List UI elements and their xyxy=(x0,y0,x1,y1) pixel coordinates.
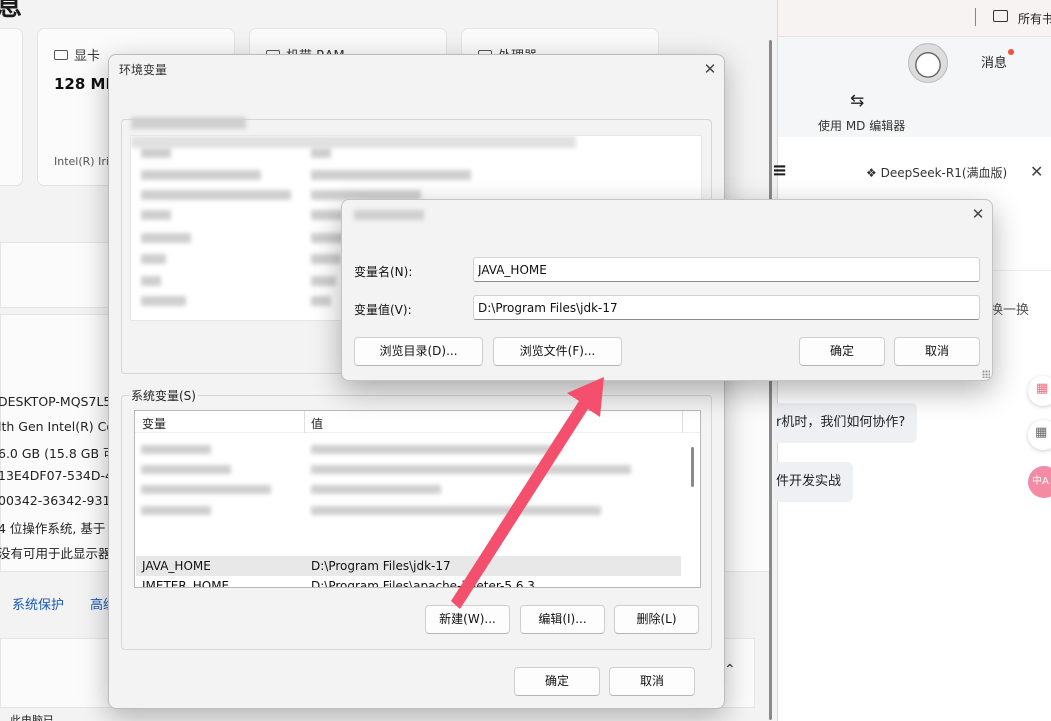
apps-icon[interactable]: ▦ xyxy=(1028,420,1051,450)
folder-icon[interactable] xyxy=(993,10,1008,22)
bar-divider xyxy=(975,8,976,26)
system-variables-list[interactable]: 变量 值 JAVA_HOME D:\Program Files\jdk-17 J… xyxy=(134,410,701,588)
browse-directory-button[interactable]: 浏览目录(D)... xyxy=(354,337,483,366)
editor-header: 消息 ⇆ 使用 MD 编辑器 xyxy=(778,37,1051,137)
blurred-cell xyxy=(141,506,211,515)
variable-value-input[interactable] xyxy=(473,295,980,320)
ok-button[interactable]: 确定 xyxy=(514,667,600,696)
blurred-cell xyxy=(141,233,191,243)
avatar[interactable] xyxy=(908,43,948,83)
blurred-cell xyxy=(311,254,341,264)
md-editor-button[interactable]: 使用 MD 编辑器 xyxy=(818,117,905,134)
blurred-cell xyxy=(141,210,171,220)
settings-page-title: 息 xyxy=(0,0,22,23)
blurred-cell xyxy=(141,296,186,306)
blurred-header xyxy=(131,136,576,148)
pen-touch: 没有可用于此显示器 xyxy=(0,546,111,561)
variable-name-input[interactable] xyxy=(473,257,980,282)
list-header: 变量 值 xyxy=(135,411,700,433)
blurred-cell xyxy=(141,485,271,494)
ok-button[interactable]: 确定 xyxy=(799,337,885,366)
deepseek-label: DeepSeek-R1(满血版) xyxy=(880,166,1008,180)
blurred-group-label xyxy=(131,117,246,129)
suggestion-chip-2[interactable]: 件开发实战 xyxy=(774,462,854,502)
blurred-cell xyxy=(311,148,331,158)
column-separator[interactable] xyxy=(682,411,683,433)
gpu-label: 显卡 xyxy=(74,49,101,64)
edit-variable-button[interactable]: 编辑(I)... xyxy=(520,605,605,634)
gpu-icon xyxy=(54,49,68,60)
device-name: DESKTOP-MQS7L5 xyxy=(0,394,112,409)
close-icon[interactable]: ✕ xyxy=(1030,162,1043,181)
column-header-value[interactable]: 值 xyxy=(311,415,323,432)
new-variable-button[interactable]: 新建(W)... xyxy=(425,605,510,634)
table-row[interactable]: JAVA_HOME D:\Program Files\jdk-17 xyxy=(136,556,681,576)
close-icon[interactable]: ✕ xyxy=(966,204,990,224)
dialog-title: 环境变量 xyxy=(119,63,168,77)
row-variable-value: D:\Program Files\jdk-17 xyxy=(311,559,451,573)
system-protection-link[interactable]: 系统保护 xyxy=(12,594,64,613)
bookmarks-bar: 所有书签 xyxy=(778,0,1051,37)
list-scrollbar[interactable] xyxy=(691,447,694,487)
blurred-cell xyxy=(311,170,471,180)
blurred-cell xyxy=(141,190,291,200)
translate-icon[interactable]: 中A xyxy=(1028,466,1051,498)
deepseek-model-selector[interactable]: ❖ DeepSeek-R1(满血版) xyxy=(866,164,1007,181)
blurred-cell xyxy=(141,170,261,180)
blurred-dialog-title xyxy=(354,210,424,220)
blurred-cell xyxy=(311,296,331,306)
resize-grip[interactable] xyxy=(982,370,990,378)
swap-suggestions-link[interactable]: 换一换 xyxy=(990,299,1029,318)
blurred-cell xyxy=(141,148,171,158)
logo-fragment: ≡ xyxy=(772,160,788,181)
column-header-name[interactable]: 变量 xyxy=(142,415,166,432)
table-row[interactable]: JMETER_HOME D:\Program Files\apache-jmet… xyxy=(136,576,681,588)
gift-icon[interactable]: ▦ xyxy=(1028,376,1051,406)
variable-value-label: 变量值(V): xyxy=(354,303,412,317)
device-processor: lth Gen Intel(R) Co xyxy=(0,419,115,434)
blurred-cell xyxy=(311,465,631,474)
product-id: 00342-36342-9319 xyxy=(0,493,119,508)
suggestion-chip-1[interactable]: r机时，我们如何协作? xyxy=(774,403,918,443)
bottom-text: 此电脑已... xyxy=(10,714,65,721)
blurred-cell xyxy=(311,485,441,494)
system-type: 4 位操作系统, 基于 xyxy=(0,521,106,536)
delete-variable-button[interactable]: 删除(L) xyxy=(614,605,699,634)
blurred-cell xyxy=(311,506,601,515)
row-variable-name: JAVA_HOME xyxy=(142,559,211,573)
row-variable-name: JMETER_HOME xyxy=(142,579,230,588)
blurred-cell xyxy=(141,254,166,264)
variable-name-label: 变量名(N): xyxy=(354,265,413,279)
system-variables-label: 系统变量(S) xyxy=(129,387,198,404)
chevron-up-icon[interactable]: ⌃ xyxy=(724,662,736,678)
all-bookmarks-link[interactable]: 所有书签 xyxy=(1018,10,1051,27)
deepseek-icon: ❖ xyxy=(866,166,881,180)
edit-variable-dialog: ✕ 变量名(N): 变量值(V): 浏览目录(D)... 浏览文件(F)... … xyxy=(341,199,993,381)
device-ram: 6.0 GB (15.8 GB 可 xyxy=(0,446,116,461)
horizontal-scrollbar[interactable] xyxy=(622,587,701,588)
environment-variables-dialog: 环境变量 ✕ 系统变量(S) 变量 值 JAVA_HOME D:\Program… xyxy=(108,54,725,709)
spec-card-left xyxy=(0,28,23,186)
messages-link[interactable]: 消息 xyxy=(981,52,1007,71)
swap-icon[interactable]: ⇆ xyxy=(850,91,864,111)
cancel-button[interactable]: 取消 xyxy=(894,337,980,366)
row-variable-value: D:\Program Files\apache-jmeter-5.6.3 xyxy=(311,579,535,588)
notification-dot xyxy=(1008,49,1014,55)
gpu-subtext: Intel(R) Iris xyxy=(54,155,115,168)
blurred-cell xyxy=(141,465,231,474)
browse-file-button[interactable]: 浏览文件(F)... xyxy=(493,337,622,366)
close-icon[interactable]: ✕ xyxy=(698,59,722,79)
column-separator[interactable] xyxy=(304,411,305,433)
blurred-cell xyxy=(311,445,561,454)
cancel-button[interactable]: 取消 xyxy=(609,667,695,696)
device-id: 13E4DF07-534D-4 xyxy=(0,468,113,483)
blurred-cell xyxy=(141,276,161,286)
blurred-cell xyxy=(141,445,211,454)
blurred-cell xyxy=(311,276,336,286)
